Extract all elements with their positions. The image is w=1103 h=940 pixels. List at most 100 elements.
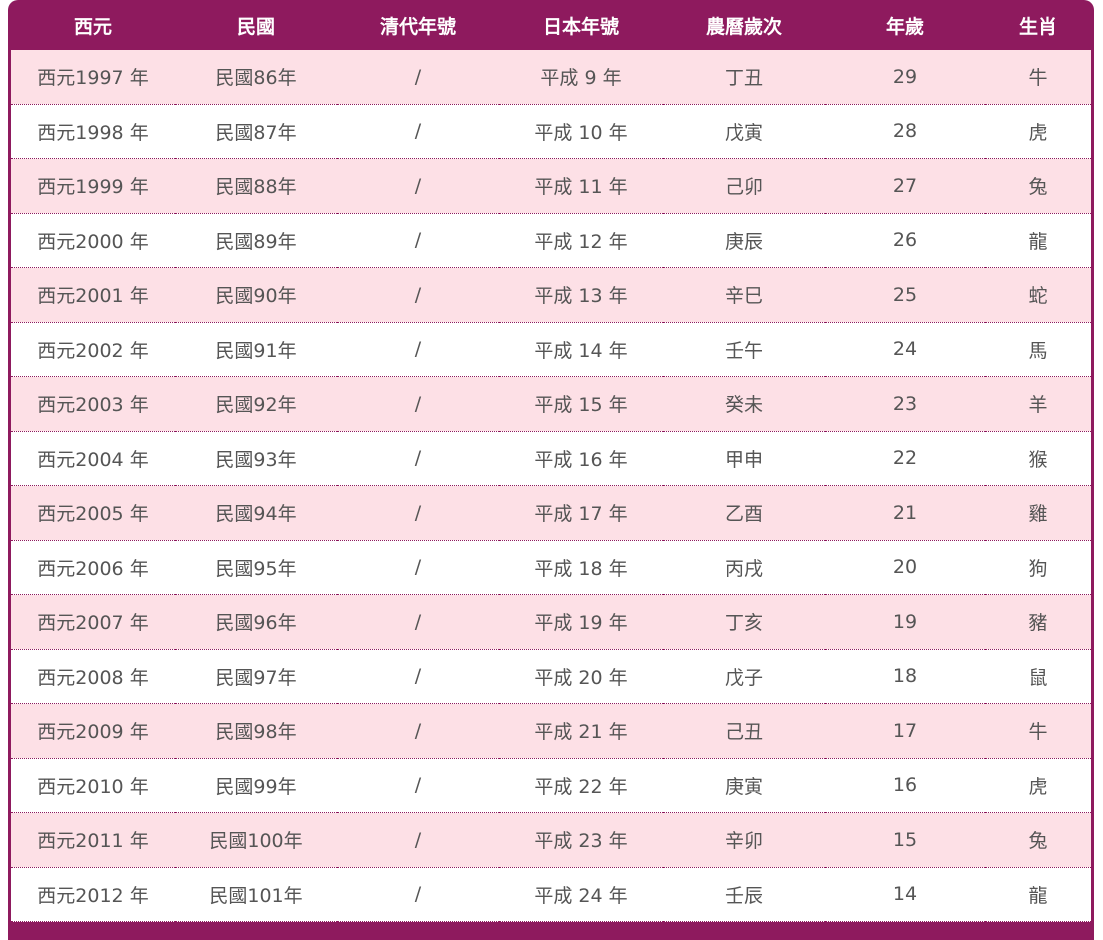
japanese-era-cell: 平成 9 年 (499, 50, 663, 105)
lunar-year-cell: 戊子 (663, 649, 825, 704)
qing-era-cell: / (337, 104, 499, 159)
table-body: 西元1997 年民國86年 / 平成 9 年丁丑 29 牛西元1998 年民國87年 / 平… (11, 50, 1091, 922)
zodiac-cell: 兔 (985, 158, 1091, 214)
qing-era-cell: / (337, 540, 499, 595)
qing-era-cell: / (337, 50, 499, 105)
zodiac-cell: 馬 (985, 322, 1091, 377)
qing-era-cell: / (337, 485, 499, 541)
age-cell: 14 (825, 867, 985, 922)
japanese-era-cell: 平成 15 年 (499, 376, 663, 432)
age-cell: 28 (825, 104, 985, 159)
table-row: 西元2010 年民國99年 / 平成 22 年庚寅 16 虎 (11, 758, 1091, 813)
gregorian-year-cell: 西元2002 年 (11, 322, 175, 377)
age-cell: 24 (825, 322, 985, 377)
table-row: 西元2012 年民國101年 / 平成 24 年壬辰 14 龍 (11, 867, 1091, 922)
zodiac-cell: 虎 (985, 758, 1091, 813)
year-conversion-table: 西元 民國 清代年號 日本年號 農曆歲次 年歲 生肖 西元1997 年民國86年… (11, 0, 1091, 922)
qing-era-cell: / (337, 158, 499, 214)
table-row: 西元2000 年民國89年 / 平成 12 年庚辰 26 龍 (11, 213, 1091, 268)
lunar-year-cell: 壬午 (663, 322, 825, 377)
roc-year-cell: 民國92年 (175, 376, 337, 432)
roc-year-cell: 民國94年 (175, 485, 337, 541)
roc-year-cell: 民國97年 (175, 649, 337, 704)
roc-year-cell: 民國100年 (175, 812, 337, 868)
header-qing-era: 清代年號 (379, 15, 456, 38)
zodiac-cell: 雞 (985, 485, 1091, 541)
lunar-year-cell: 庚寅 (663, 758, 825, 813)
gregorian-year-cell: 西元2010 年 (11, 758, 175, 813)
table-row: 西元1997 年民國86年 / 平成 9 年丁丑 29 牛 (11, 50, 1091, 105)
table-header: 西元 民國 清代年號 日本年號 農曆歲次 年歲 生肖 (11, 0, 1091, 50)
gregorian-year-cell: 西元2000 年 (11, 213, 175, 268)
gregorian-year-cell: 西元2001 年 (11, 267, 175, 323)
lunar-year-cell: 己卯 (663, 158, 825, 214)
lunar-year-cell: 丙戌 (663, 540, 825, 595)
roc-year-cell: 民國98年 (175, 703, 337, 759)
gregorian-year-cell: 西元2004 年 (11, 431, 175, 486)
lunar-year-cell: 戊寅 (663, 104, 825, 159)
japanese-era-cell: 平成 19 年 (499, 594, 663, 650)
roc-year-cell: 民國90年 (175, 267, 337, 323)
roc-year-cell: 民國91年 (175, 322, 337, 377)
table-row: 西元2001 年民國90年 / 平成 13 年辛巳 25 蛇 (11, 267, 1091, 323)
gregorian-year-cell: 西元2007 年 (11, 594, 175, 650)
gregorian-year-cell: 西元2011 年 (11, 812, 175, 868)
zodiac-cell: 蛇 (985, 267, 1091, 323)
table-row: 西元2011 年民國100年 / 平成 23 年辛卯 15 兔 (11, 812, 1091, 868)
zodiac-cell: 羊 (985, 376, 1091, 432)
japanese-era-cell: 平成 24 年 (499, 867, 663, 922)
qing-era-cell: / (337, 431, 499, 486)
age-cell: 23 (825, 376, 985, 432)
lunar-year-cell: 甲申 (663, 431, 825, 486)
age-cell: 17 (825, 703, 985, 759)
lunar-year-cell: 丁亥 (663, 594, 825, 650)
qing-era-cell: / (337, 703, 499, 759)
roc-year-cell: 民國93年 (175, 431, 337, 486)
table-row: 西元2007 年民國96年 / 平成 19 年丁亥 19 豬 (11, 594, 1091, 650)
japanese-era-cell: 平成 22 年 (499, 758, 663, 813)
qing-era-cell: / (337, 213, 499, 268)
japanese-era-cell: 平成 12 年 (499, 213, 663, 268)
qing-era-cell: / (337, 758, 499, 813)
gregorian-year-cell: 西元2008 年 (11, 649, 175, 704)
japanese-era-cell: 平成 13 年 (499, 267, 663, 323)
roc-year-cell: 民國89年 (175, 213, 337, 268)
table-row: 西元2003 年民國92年 / 平成 15 年癸未 23 羊 (11, 376, 1091, 432)
qing-era-cell: / (337, 376, 499, 432)
lunar-year-cell: 辛巳 (663, 267, 825, 323)
gregorian-year-cell: 西元2005 年 (11, 485, 175, 541)
age-cell: 19 (825, 594, 985, 650)
zodiac-cell: 龍 (985, 213, 1091, 268)
table-row: 西元2008 年民國97年 / 平成 20 年戊子 18 鼠 (11, 649, 1091, 704)
age-cell: 21 (825, 485, 985, 541)
table-row: 西元2006 年民國95年 / 平成 18 年丙戌 20 狗 (11, 540, 1091, 595)
zodiac-cell: 牛 (985, 703, 1091, 759)
age-cell: 25 (825, 267, 985, 323)
qing-era-cell: / (337, 267, 499, 323)
header-row: 西元 民國 清代年號 日本年號 農曆歲次 年歲 生肖 (11, 0, 1091, 50)
japanese-era-cell: 平成 21 年 (499, 703, 663, 759)
age-cell: 18 (825, 649, 985, 704)
gregorian-year-cell: 西元1998 年 (11, 104, 175, 159)
header-lunar-year: 農曆歲次 (705, 15, 782, 38)
header-zodiac: 生肖 (1018, 15, 1057, 38)
japanese-era-cell: 平成 11 年 (499, 158, 663, 214)
zodiac-cell: 虎 (985, 104, 1091, 159)
qing-era-cell: / (337, 322, 499, 377)
zodiac-cell: 兔 (985, 812, 1091, 868)
lunar-year-cell: 癸未 (663, 376, 825, 432)
roc-year-cell: 民國101年 (175, 867, 337, 922)
gregorian-year-cell: 西元2009 年 (11, 703, 175, 759)
japanese-era-cell: 平成 17 年 (499, 485, 663, 541)
table-row: 西元2002 年民國91年 / 平成 14 年壬午 24 馬 (11, 322, 1091, 377)
age-cell: 16 (825, 758, 985, 813)
gregorian-year-cell: 西元2003 年 (11, 376, 175, 432)
qing-era-cell: / (337, 649, 499, 704)
qing-era-cell: / (337, 594, 499, 650)
table-row: 西元2004 年民國93年 / 平成 16 年甲申 22 猴 (11, 431, 1091, 486)
lunar-year-cell: 乙酉 (663, 485, 825, 541)
gregorian-year-cell: 西元1999 年 (11, 158, 175, 214)
roc-year-cell: 民國86年 (175, 50, 337, 105)
header-age: 年歲 (885, 15, 924, 38)
table-row: 西元1999 年民國88年 / 平成 11 年己卯 27 兔 (11, 158, 1091, 214)
